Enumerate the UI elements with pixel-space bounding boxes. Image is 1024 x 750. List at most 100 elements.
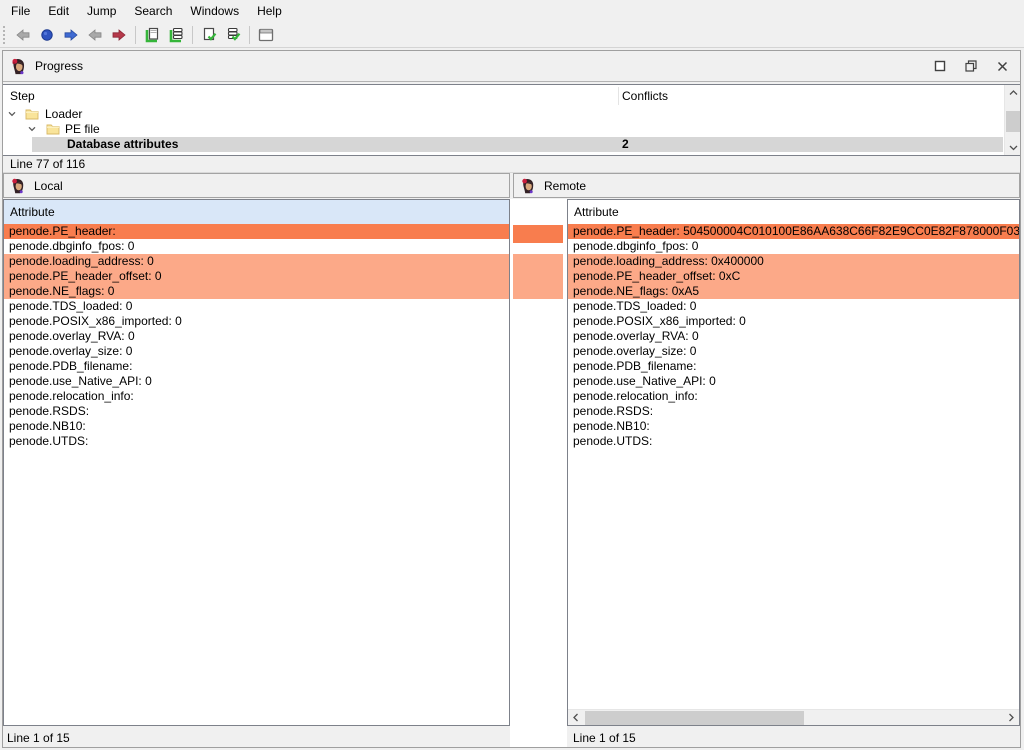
arrow-left-gray-icon xyxy=(15,27,31,43)
remote-scrollbar-thumb[interactable] xyxy=(585,711,804,725)
menu-item[interactable]: Search xyxy=(125,1,181,21)
tree-row-loader[interactable]: Loader xyxy=(3,107,1003,122)
menu-item[interactable]: File xyxy=(2,1,39,21)
attribute-row[interactable]: penode.overlay_size: 0 xyxy=(4,344,509,359)
attribute-row[interactable]: penode.overlay_RVA: 0 xyxy=(568,329,1019,344)
attribute-text: penode.loading_address: 0 xyxy=(9,254,154,268)
database-stack-green-icon xyxy=(168,26,185,43)
remote-horizontal-scrollbar[interactable] xyxy=(568,709,1019,725)
attribute-row[interactable]: penode.relocation_info: xyxy=(568,389,1019,404)
menu-item[interactable]: Windows xyxy=(181,1,248,21)
attribute-row[interactable]: penode.PDB_filename: xyxy=(4,359,509,374)
attribute-row[interactable]: penode.POSIX_x86_imported: 0 xyxy=(568,314,1019,329)
menu-bar: FileEditJumpSearchWindowsHelp xyxy=(0,0,1024,22)
jump-back-button[interactable] xyxy=(83,24,107,46)
attribute-row[interactable]: penode.POSIX_x86_imported: 0 xyxy=(4,314,509,329)
database-check-icon xyxy=(225,26,242,43)
attribute-text: penode.PE_header_offset: 0 xyxy=(9,269,162,283)
attribute-row[interactable]: penode.loading_address: 0x400000 xyxy=(568,254,1019,269)
menu-item[interactable]: Help xyxy=(248,1,291,21)
window-title: Progress xyxy=(35,59,83,73)
attribute-row[interactable]: penode.overlay_size: 0 xyxy=(568,344,1019,359)
attribute-text: penode.dbginfo_fpos: 0 xyxy=(573,239,698,253)
attribute-row[interactable]: penode.NE_flags: 0xA5 xyxy=(568,284,1019,299)
restore-icon xyxy=(965,60,977,72)
conflict-marker-selected[interactable] xyxy=(513,225,563,243)
scroll-left-icon[interactable] xyxy=(568,710,584,725)
progress-window: Progress Step Conflicts xyxy=(2,50,1021,748)
open-database-button[interactable] xyxy=(164,24,188,46)
attribute-row[interactable]: penode.PE_header: xyxy=(4,224,509,239)
stop-button[interactable] xyxy=(35,24,59,46)
local-status-line: Line 1 of 15 xyxy=(7,730,70,746)
toolbar-drag-handle-icon[interactable] xyxy=(2,26,7,44)
chevron-down-icon[interactable] xyxy=(27,124,37,134)
tree-column-conflicts[interactable]: Conflicts xyxy=(622,89,668,103)
attribute-row[interactable]: penode.use_Native_API: 0 xyxy=(4,374,509,389)
tree-column-step[interactable]: Step xyxy=(10,89,35,103)
attribute-row[interactable]: penode.PE_header_offset: 0 xyxy=(4,269,509,284)
attribute-text: penode.overlay_RVA: 0 xyxy=(9,329,135,343)
folder-icon xyxy=(25,108,39,120)
toolbar-separator xyxy=(249,26,250,44)
attribute-row[interactable]: penode.NE_flags: 0 xyxy=(4,284,509,299)
attribute-text: penode.RSDS: xyxy=(9,404,89,418)
attribute-row[interactable]: penode.relocation_info: xyxy=(4,389,509,404)
attribute-row[interactable]: penode.PE_header_offset: 0xC xyxy=(568,269,1019,284)
tree-scrollbar-thumb[interactable] xyxy=(1006,111,1020,132)
attribute-row[interactable]: penode.overlay_RVA: 0 xyxy=(4,329,509,344)
nav-back-button[interactable] xyxy=(11,24,35,46)
attribute-row[interactable]: penode.UTDS: xyxy=(4,434,509,449)
validate-database-button[interactable] xyxy=(221,24,245,46)
jump-forward-button[interactable] xyxy=(107,24,131,46)
scroll-up-icon[interactable] xyxy=(1005,85,1021,100)
attribute-row[interactable]: penode.PE_header: 504500004C010100E86AA6… xyxy=(568,224,1019,239)
attribute-row[interactable]: penode.UTDS: xyxy=(568,434,1019,449)
attribute-row[interactable]: penode.NB10: xyxy=(4,419,509,434)
tree-row-label: Database attributes xyxy=(67,137,178,152)
attribute-text: penode.relocation_info: xyxy=(573,389,698,403)
attribute-row[interactable]: penode.NB10: xyxy=(568,419,1019,434)
attribute-text: penode.NB10: xyxy=(9,419,86,433)
local-pane-titlebar[interactable]: Local xyxy=(3,173,510,198)
attribute-row[interactable]: penode.dbginfo_fpos: 0 xyxy=(4,239,509,254)
arrow-left-gray-icon xyxy=(87,27,103,43)
local-column-header[interactable]: Attribute xyxy=(4,200,509,224)
toolbar-separator xyxy=(192,26,193,44)
attribute-text: penode.overlay_size: 0 xyxy=(573,344,696,358)
attribute-row[interactable]: penode.loading_address: 0 xyxy=(4,254,509,269)
attribute-row[interactable]: penode.TDS_loaded: 0 xyxy=(4,299,509,314)
tree-row-pe-file[interactable]: PE file xyxy=(3,122,1003,137)
attribute-row[interactable]: penode.TDS_loaded: 0 xyxy=(568,299,1019,314)
tree-scrollbar[interactable] xyxy=(1004,85,1020,155)
validate-file-button[interactable] xyxy=(197,24,221,46)
attribute-row[interactable]: penode.dbginfo_fpos: 0 xyxy=(568,239,1019,254)
attribute-text: penode.dbginfo_fpos: 0 xyxy=(9,239,134,253)
scroll-down-icon[interactable] xyxy=(1005,140,1021,155)
progress-titlebar[interactable]: Progress xyxy=(3,51,1020,82)
tree-row-database-attributes[interactable]: Database attributes 2 xyxy=(3,137,1003,152)
attribute-row[interactable]: penode.RSDS: xyxy=(568,404,1019,419)
open-file-button[interactable] xyxy=(140,24,164,46)
remote-pane-titlebar[interactable]: Remote xyxy=(513,173,1020,198)
restore-button[interactable] xyxy=(963,58,979,74)
maximize-button[interactable] xyxy=(932,58,948,74)
new-window-button[interactable] xyxy=(254,24,278,46)
remote-column-header[interactable]: Attribute xyxy=(568,200,1019,224)
attribute-row[interactable]: penode.use_Native_API: 0 xyxy=(568,374,1019,389)
menu-item[interactable]: Edit xyxy=(39,1,78,21)
conflict-marker-group[interactable] xyxy=(513,254,563,299)
conflict-step-tree: Step Conflicts Loader PE file Database a… xyxy=(3,84,1020,156)
scroll-right-icon[interactable] xyxy=(1003,710,1019,725)
chevron-down-icon[interactable] xyxy=(7,109,17,119)
window-icon xyxy=(257,27,275,43)
nav-forward-button[interactable] xyxy=(59,24,83,46)
menu-item[interactable]: Jump xyxy=(78,1,125,21)
attribute-row[interactable]: penode.RSDS: xyxy=(4,404,509,419)
remote-status-line: Line 1 of 15 xyxy=(573,730,636,746)
attribute-row[interactable]: penode.PDB_filename: xyxy=(568,359,1019,374)
conflict-gutter xyxy=(510,199,567,747)
attribute-text: penode.PDB_filename: xyxy=(9,359,132,373)
remote-attribute-table: Attribute penode.PE_header: 504500004C01… xyxy=(567,199,1020,726)
close-button[interactable] xyxy=(994,58,1010,74)
